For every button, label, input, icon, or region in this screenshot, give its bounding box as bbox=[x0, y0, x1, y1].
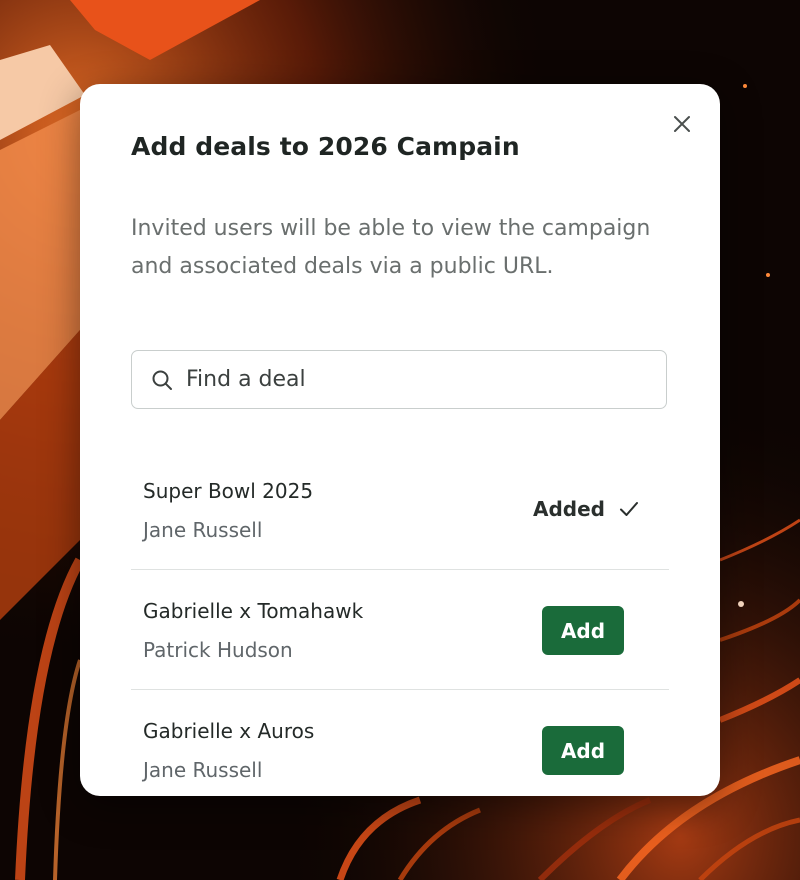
deal-name: Gabrielle x Tomahawk bbox=[143, 599, 364, 623]
deal-row-super-bowl-2025: Super Bowl 2025 Jane Russell Added bbox=[131, 450, 669, 570]
deal-row-gabrielle-x-auros: Gabrielle x Auros Jane Russell Add bbox=[131, 690, 669, 796]
deal-owner: Jane Russell bbox=[143, 518, 263, 542]
add-deal-button[interactable]: Add bbox=[542, 606, 624, 655]
deal-owner: Patrick Hudson bbox=[143, 638, 293, 662]
dialog-title: Add deals to 2026 Campain bbox=[131, 132, 520, 161]
added-label: Added bbox=[533, 497, 605, 521]
deal-row-gabrielle-x-tomahawk: Gabrielle x Tomahawk Patrick Hudson Add bbox=[131, 570, 669, 690]
checkmark-icon bbox=[620, 502, 638, 516]
dialog-description: Invited users will be able to view the c… bbox=[131, 216, 651, 279]
close-icon bbox=[674, 116, 690, 132]
added-status: Added bbox=[533, 497, 639, 521]
add-deals-dialog: Add deals to 2026 Campain Invited users … bbox=[80, 84, 720, 796]
deal-name: Gabrielle x Auros bbox=[143, 719, 315, 743]
search-box bbox=[131, 350, 667, 409]
deal-name: Super Bowl 2025 bbox=[143, 479, 314, 503]
deal-list: Super Bowl 2025 Jane Russell Added Gabri… bbox=[131, 450, 669, 796]
close-button[interactable] bbox=[668, 110, 696, 138]
add-deal-button[interactable]: Add bbox=[542, 726, 624, 775]
search-icon bbox=[150, 368, 174, 392]
search-input[interactable] bbox=[186, 351, 666, 408]
deal-owner: Jane Russell bbox=[143, 758, 263, 782]
